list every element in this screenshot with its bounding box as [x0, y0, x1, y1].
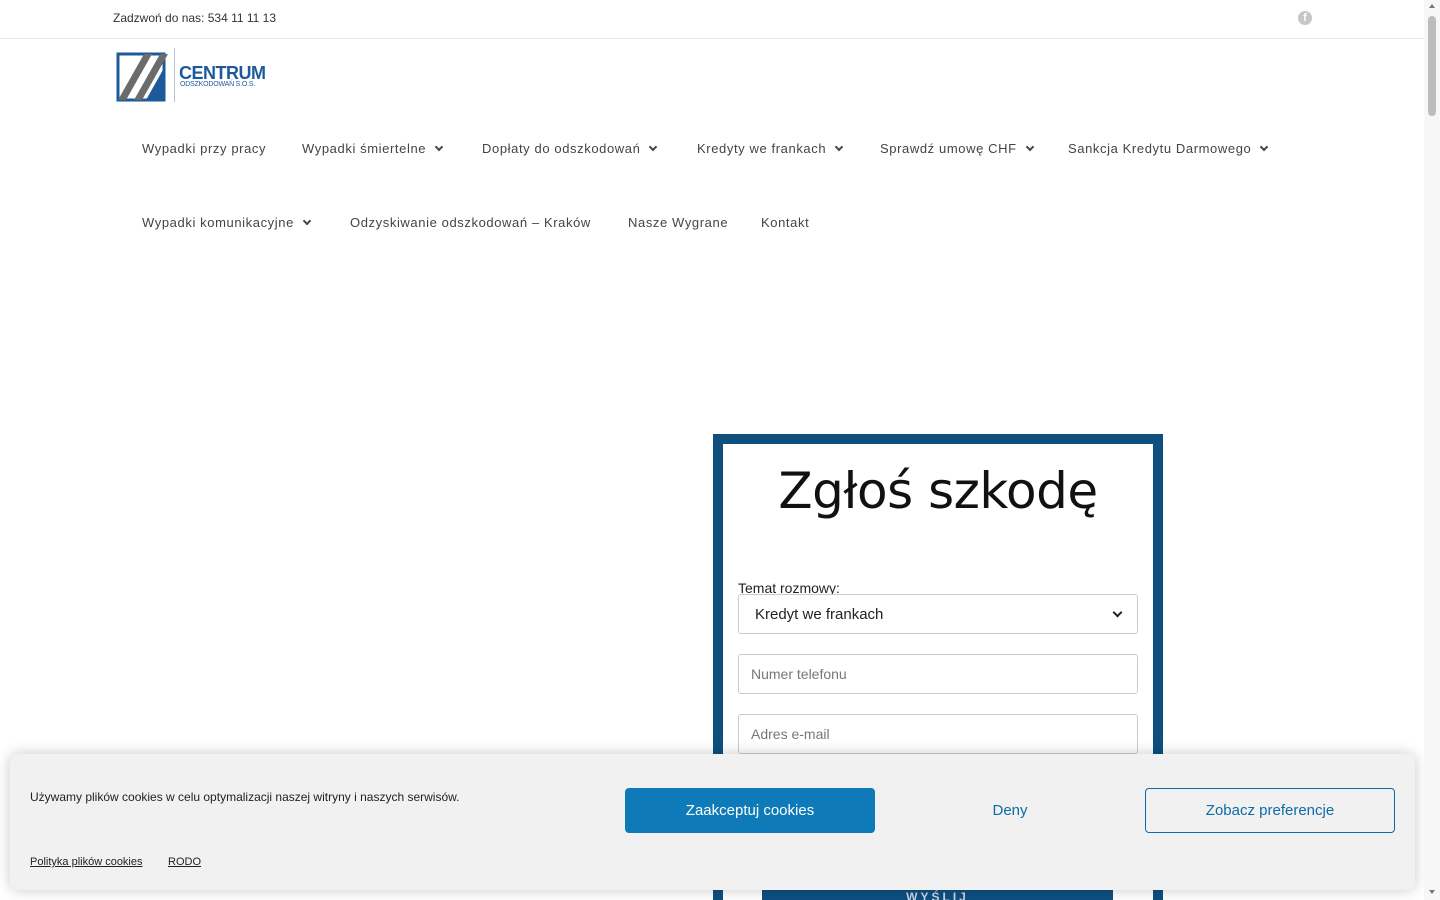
chevron-down-icon [302, 216, 312, 225]
form-title: Zgłoś szkodę [778, 462, 1098, 520]
nav-item-label: Kredyty we frankach [697, 141, 827, 156]
page-scrollbar[interactable] [1424, 0, 1440, 900]
cookie-message: Używamy plików cookies w celu optymaliza… [30, 790, 460, 804]
chevron-down-icon [1260, 142, 1269, 151]
nav-item-label: Dopłaty do odszkodowań [482, 141, 641, 156]
scroll-down-icon[interactable] [1429, 890, 1435, 894]
accept-cookies-button[interactable]: Zaakceptuj cookies [625, 788, 875, 833]
topic-selected-value: Kredyt we frankach [755, 605, 884, 623]
nav-item-wypadki-smiertelne[interactable]: Wypadki śmiertelne [302, 141, 444, 156]
rodo-link[interactable]: RODO [168, 856, 201, 868]
nav-item-label: Sankcja Kredytu Darmowego [1068, 141, 1252, 156]
chevron-down-icon [834, 142, 844, 151]
nav-item-kontakt[interactable]: Kontakt [761, 215, 809, 230]
logo-sub-text: ODSZKODOWAŃ S.O.S. [180, 81, 256, 88]
nav-item-label: Kontakt [761, 215, 810, 230]
phone-input-placeholder: Numer telefonu [751, 666, 847, 682]
email-input-placeholder: Adres e-mail [751, 726, 830, 742]
nav-item-nasze-wygrane[interactable]: Nasze Wygrane [628, 215, 728, 230]
chevron-down-icon [1112, 607, 1123, 617]
scroll-thumb[interactable] [1428, 16, 1436, 116]
scroll-up-icon[interactable] [1429, 4, 1435, 8]
nav-item-label: Nasze Wygrane [628, 215, 729, 230]
nav-item-label: Wypadki komunikacyjne [142, 215, 294, 230]
nav-item-label: Odzyskiwanie odszkodowań – Kraków [350, 215, 591, 230]
chevron-down-icon [434, 142, 444, 151]
chevron-down-icon [1025, 142, 1034, 151]
topic-select[interactable]: Kredyt we frankach [738, 594, 1138, 634]
phone-contact-text: Zadzwoń do nas: 534 11 11 13 [113, 11, 277, 25]
nav-item-odzyskiwanie-krakow[interactable]: Odzyskiwanie odszkodowań – Kraków [350, 215, 591, 230]
top-bar: Zadzwoń do nas: 534 11 11 13 f [0, 0, 1424, 39]
chevron-down-icon [649, 142, 658, 151]
nav-item-label: Sprawdź umowę CHF [880, 141, 1017, 156]
phone-input[interactable]: Numer telefonu [738, 654, 1138, 694]
nav-item-label: Wypadki śmiertelne [302, 141, 427, 156]
nav-item-doplaty[interactable]: Dopłaty do odszkodowań [482, 141, 658, 156]
cookie-policy-link[interactable]: Polityka plików cookies [30, 856, 143, 868]
logo-mark-icon [116, 52, 168, 102]
site-logo[interactable]: CENTRUM ODSZKODOWAŃ S.O.S. [116, 48, 266, 104]
logo-divider [174, 48, 175, 102]
nav-item-wypadki-przy-pracy[interactable]: Wypadki przy pracy [142, 141, 266, 156]
cookie-preferences-button[interactable]: Zobacz preferencje [1145, 788, 1395, 833]
nav-item-label: Wypadki przy pracy [142, 141, 267, 156]
cookie-banner: Używamy plików cookies w celu optymaliza… [10, 754, 1415, 890]
facebook-icon[interactable]: f [1298, 11, 1312, 25]
email-input[interactable]: Adres e-mail [738, 714, 1138, 754]
nav-item-wypadki-komunikacyjne[interactable]: Wypadki komunikacyjne [142, 215, 312, 230]
deny-cookies-button[interactable]: Deny [885, 788, 1135, 833]
nav-item-sankcja-kredytu[interactable]: Sankcja Kredytu Darmowego [1068, 141, 1269, 156]
nav-item-kredyty-we-frankach[interactable]: Kredyty we frankach [697, 141, 844, 156]
nav-item-sprawdz-umowe-chf[interactable]: Sprawdź umowę CHF [880, 141, 1034, 156]
